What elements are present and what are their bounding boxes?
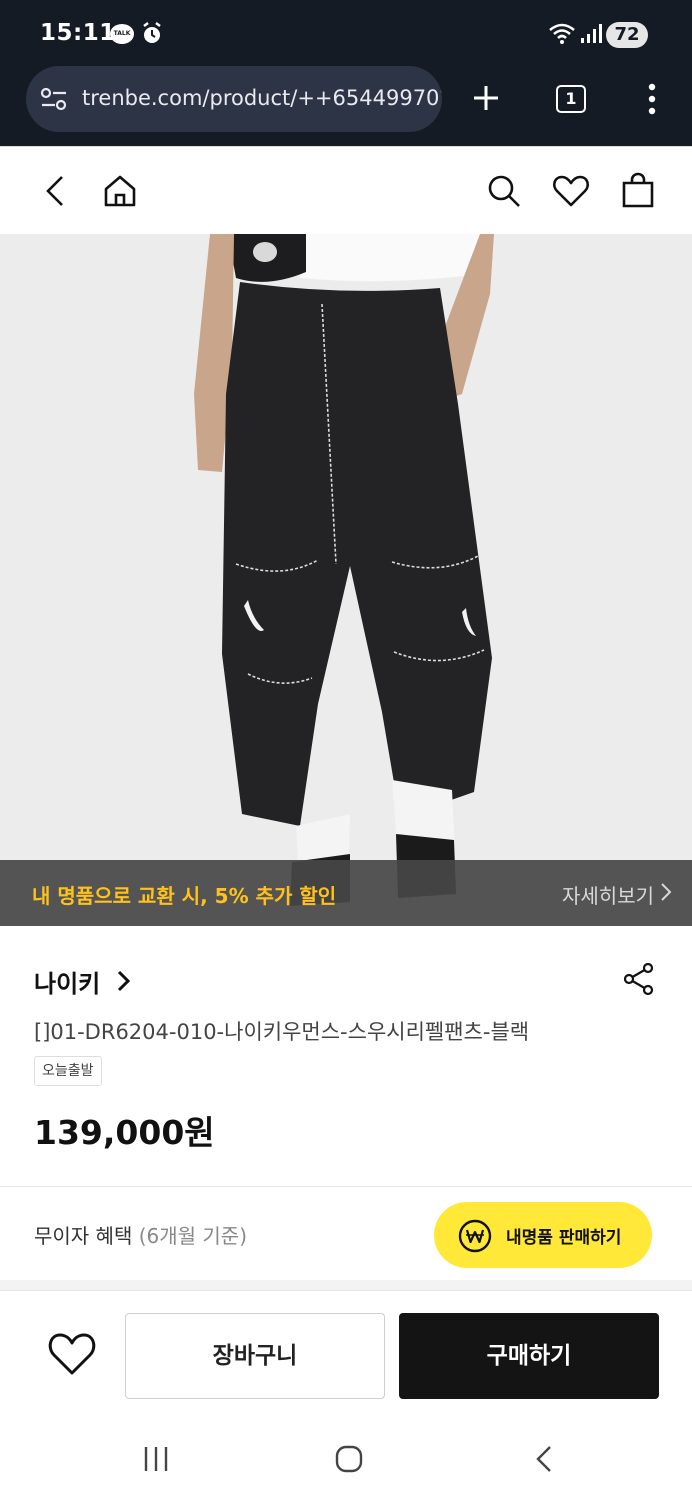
promo-text: 내 명품으로 교환 시, 5% 추가 할인 — [32, 884, 337, 908]
shipping-badge: 오늘출발 — [34, 1056, 102, 1086]
promo-banner[interactable]: 내 명품으로 교환 시, 5% 추가 할인 자세히보기 — [0, 860, 692, 926]
back-icon[interactable] — [36, 171, 76, 211]
address-bar[interactable]: trenbe.com/product/++65449970?s — [26, 66, 442, 132]
product-price: 139,000원 — [34, 1113, 215, 1152]
wishlist-heart-icon[interactable] — [46, 1329, 98, 1377]
heart-icon[interactable] — [551, 171, 591, 211]
section-separator — [0, 1280, 692, 1290]
bottom-action-bar: 장바구니 구매하기 — [0, 1290, 692, 1420]
wifi-icon — [549, 23, 575, 44]
share-icon[interactable] — [622, 962, 656, 996]
sell-button-label: 내명품 판매하기 — [506, 1228, 622, 1248]
tab-switcher-button[interactable]: 1 — [556, 85, 586, 113]
url-text[interactable]: trenbe.com/product/++65449970?s — [82, 86, 442, 110]
installment-benefit[interactable]: 무이자 혜택 (6개월 기준) — [34, 1220, 247, 1249]
add-to-cart-button[interactable]: 장바구니 — [125, 1313, 385, 1399]
product-title: []01-DR6204-010-나이키우먼스-스우시리펠팬츠-블랙 — [34, 1020, 530, 1044]
back-nav-icon[interactable] — [532, 1444, 556, 1474]
new-tab-icon[interactable] — [466, 78, 506, 118]
installment-label: 무이자 혜택 — [34, 1224, 133, 1248]
status-bar: 15:11 TALK 72 — [0, 0, 692, 66]
sell-my-item-button[interactable]: 내명품 판매하기 — [434, 1202, 652, 1268]
recent-apps-icon[interactable] — [142, 1444, 170, 1474]
talk-notification-icon: TALK — [110, 24, 134, 44]
promo-detail-link[interactable]: 자세히보기 — [562, 880, 654, 909]
divider — [0, 1186, 692, 1187]
installment-sub: (6개월 기준) — [138, 1224, 248, 1248]
browser-toolbar: trenbe.com/product/++65449970?s 1 — [0, 66, 692, 146]
status-time: 15:11 — [40, 20, 116, 46]
home-nav-icon[interactable] — [334, 1444, 364, 1474]
brand-link[interactable]: 나이키 — [34, 964, 100, 999]
alarm-icon — [143, 22, 161, 43]
won-icon — [458, 1219, 492, 1253]
chevron-right-icon[interactable] — [116, 968, 132, 994]
system-nav-bar — [0, 1420, 692, 1500]
shopping-bag-icon[interactable] — [618, 171, 658, 211]
search-icon[interactable] — [484, 171, 524, 211]
more-menu-icon[interactable] — [642, 82, 662, 116]
chevron-right-icon — [661, 883, 672, 901]
signal-icon — [581, 24, 602, 43]
pants-illustration — [0, 234, 692, 926]
home-icon[interactable] — [100, 171, 140, 211]
app-header — [0, 146, 692, 234]
buy-now-button[interactable]: 구매하기 — [399, 1313, 659, 1399]
product-image[interactable]: 내 명품으로 교환 시, 5% 추가 할인 자세히보기 — [0, 234, 692, 926]
site-settings-icon[interactable] — [40, 86, 68, 112]
battery-level: 72 — [606, 22, 648, 48]
